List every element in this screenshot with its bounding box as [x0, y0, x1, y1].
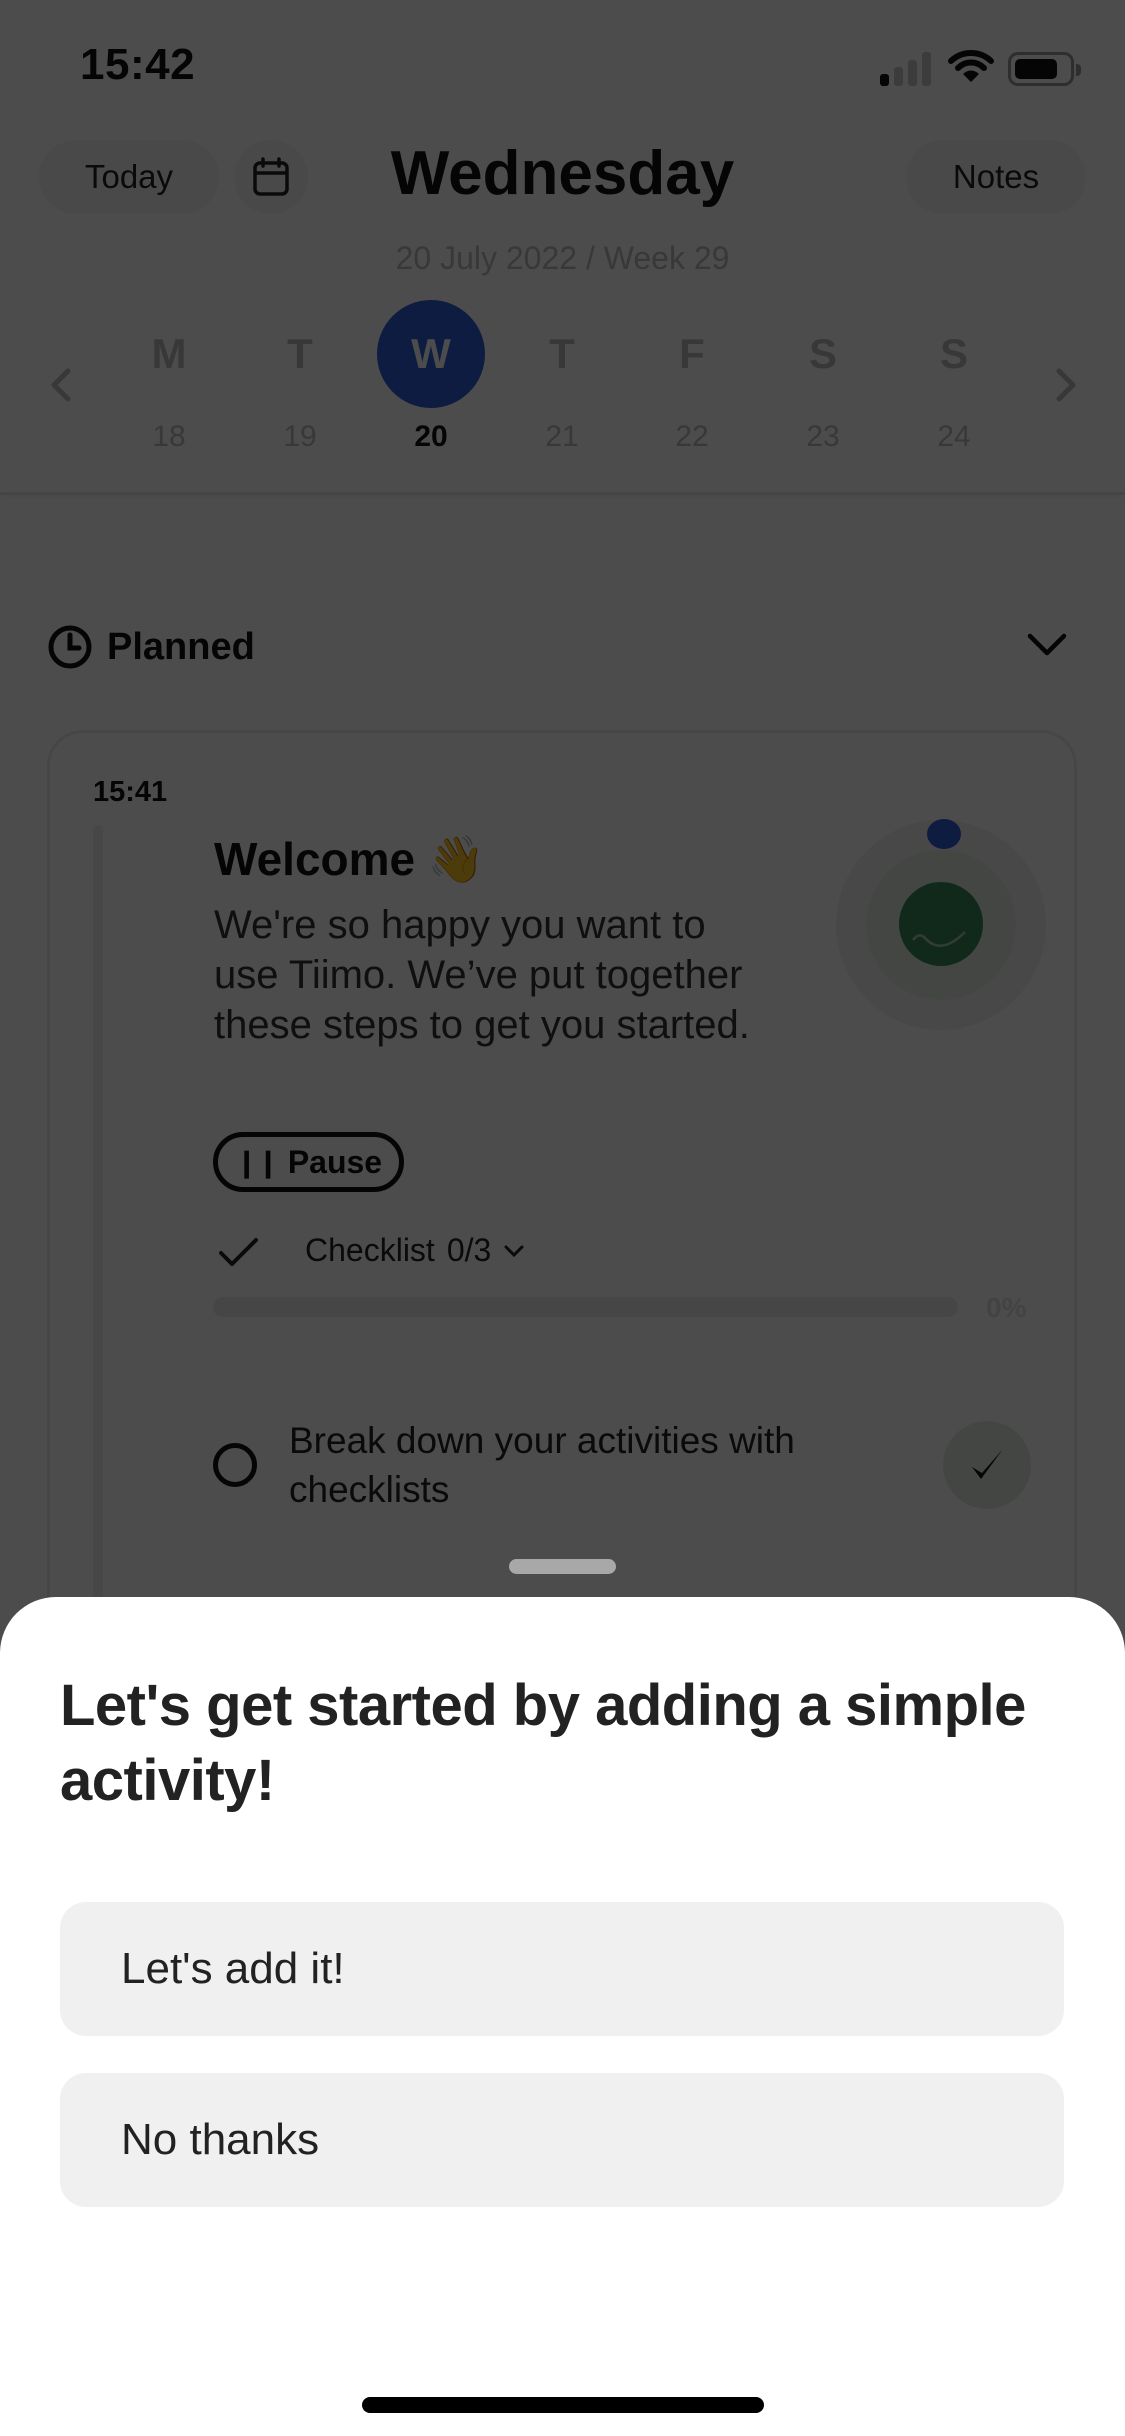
sheet-title: Let's get started by adding a simple act… [60, 1673, 1026, 1813]
sheet-grabber[interactable] [509, 1559, 616, 1574]
add-activity-button[interactable]: Let's add it! [60, 1902, 1064, 2036]
no-thanks-button[interactable]: No thanks [60, 2073, 1064, 2207]
home-indicator [362, 2397, 764, 2413]
